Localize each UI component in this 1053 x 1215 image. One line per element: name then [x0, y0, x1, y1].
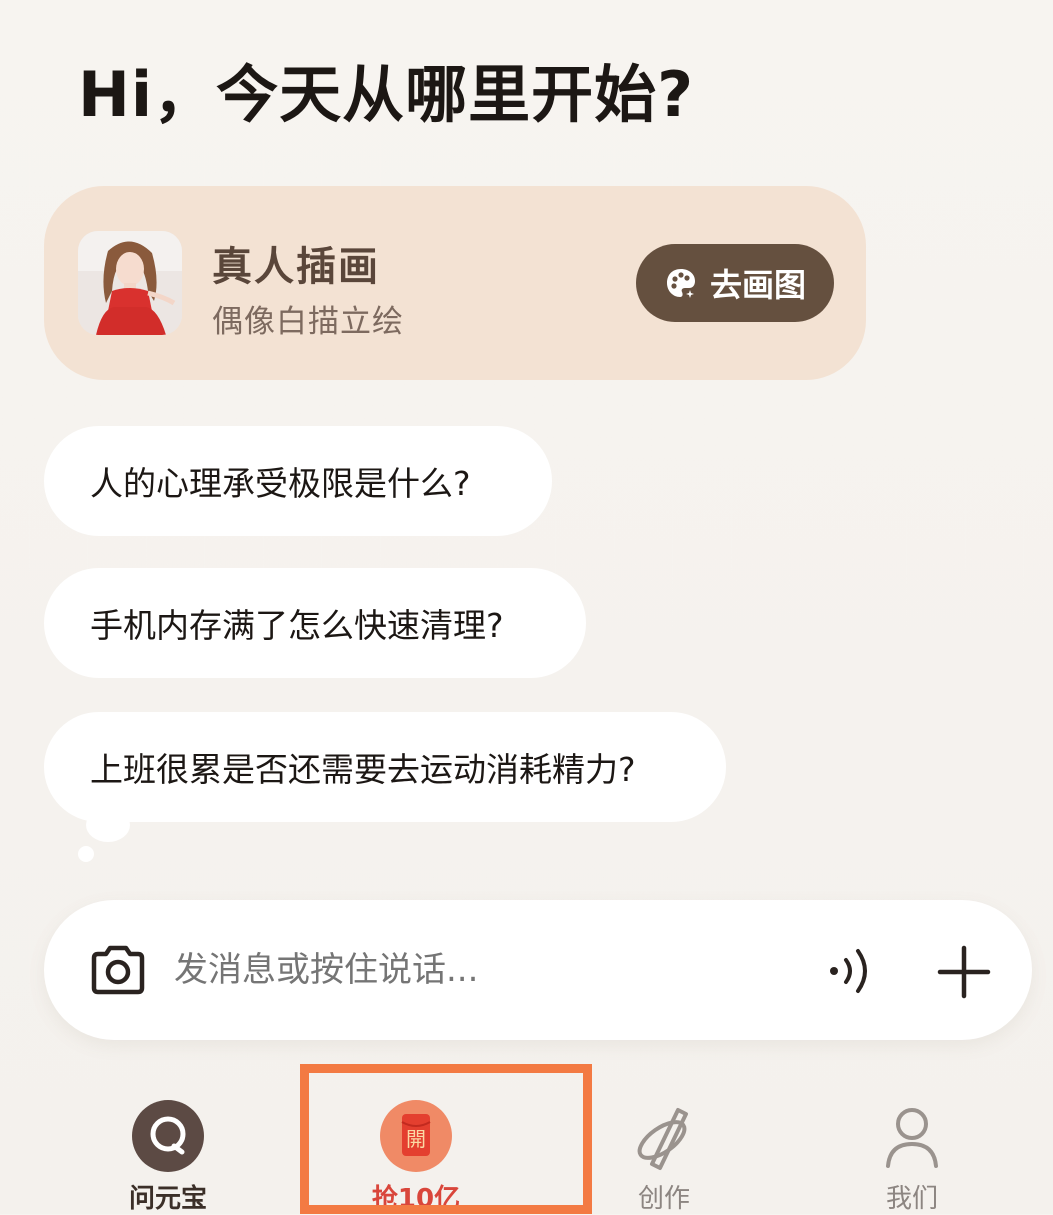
promo-card[interactable]: 真人插画 偶像白描立绘 去画图 [44, 186, 866, 380]
promo-subtitle: 偶像白描立绘 [212, 304, 404, 340]
bottom-tab-bar: 问元宝 開 抢10亿 创作 我们 [0, 1082, 1053, 1214]
thought-bubble-dot [86, 808, 130, 842]
tab-label: 创作 [637, 1184, 690, 1214]
message-input[interactable] [174, 900, 774, 1040]
palette-icon [664, 266, 698, 300]
tab-yuanbao[interactable]: 问元宝 [98, 1082, 238, 1214]
tab-label: 问元宝 [128, 1184, 207, 1214]
promo-title: 真人插画 [212, 244, 380, 290]
tab-me[interactable]: 我们 [842, 1082, 982, 1214]
go-draw-label: 去画图 [709, 266, 806, 304]
suggestion-chip[interactable]: 人的心理承受极限是什么? [44, 426, 552, 536]
message-input-bar [44, 900, 1032, 1040]
chat-bubble-icon [132, 1100, 204, 1176]
tab-label: 我们 [885, 1184, 938, 1214]
page-title: Hi，今天从哪里开始? [78, 58, 695, 131]
thought-bubble-dot [78, 846, 94, 862]
plus-icon[interactable] [934, 942, 994, 1002]
tab-red-envelope[interactable]: 開 抢10亿 [346, 1082, 486, 1214]
red-envelope-text: 開 [406, 1127, 426, 1151]
create-pen-icon [628, 1100, 700, 1176]
promo-illustration-thumbnail [78, 231, 182, 335]
red-envelope-icon: 開 [380, 1100, 452, 1176]
camera-icon[interactable] [88, 942, 148, 998]
person-icon [876, 1100, 948, 1176]
tab-label: 抢10亿 [371, 1184, 461, 1214]
suggestion-chip[interactable]: 手机内存满了怎么快速清理? [44, 568, 586, 678]
go-draw-button[interactable]: 去画图 [636, 244, 834, 322]
voice-icon[interactable] [824, 946, 880, 996]
tab-create[interactable]: 创作 [594, 1082, 734, 1214]
suggestion-chip[interactable]: 上班很累是否还需要去运动消耗精力? [44, 712, 726, 822]
